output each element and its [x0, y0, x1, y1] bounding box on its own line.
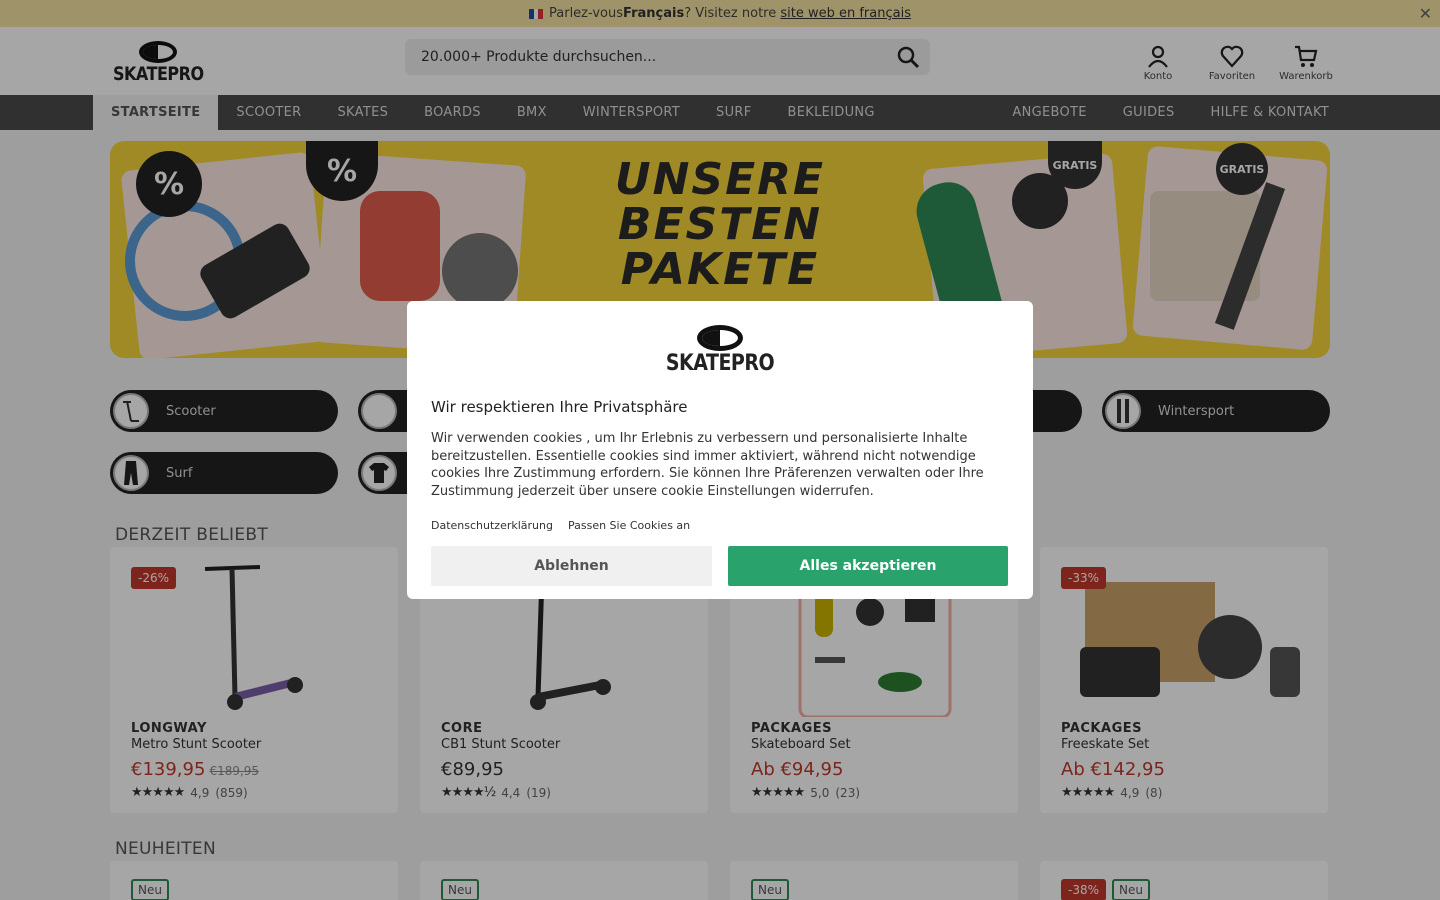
modal-logo-text: SKATEPRO: [665, 350, 775, 376]
cookie-consent-dialog: SKATEPRO Wir respektieren Ihre Privatsph…: [407, 301, 1033, 599]
privacy-policy-link[interactable]: Datenschutzerklärung: [431, 519, 553, 532]
cookie-links: Datenschutzerklärung Passen Sie Cookies …: [431, 519, 690, 532]
skatepro-logo: SKATEPRO: [665, 325, 775, 376]
customize-cookies-link[interactable]: Passen Sie Cookies an: [568, 519, 690, 532]
accept-all-button[interactable]: Alles akzeptieren: [728, 546, 1008, 586]
decline-button[interactable]: Ablehnen: [431, 546, 712, 586]
cookie-body: Wir verwenden cookies , um Ihr Erlebnis …: [431, 431, 984, 499]
cookie-title: Wir respektieren Ihre Privatsphäre: [431, 398, 688, 416]
